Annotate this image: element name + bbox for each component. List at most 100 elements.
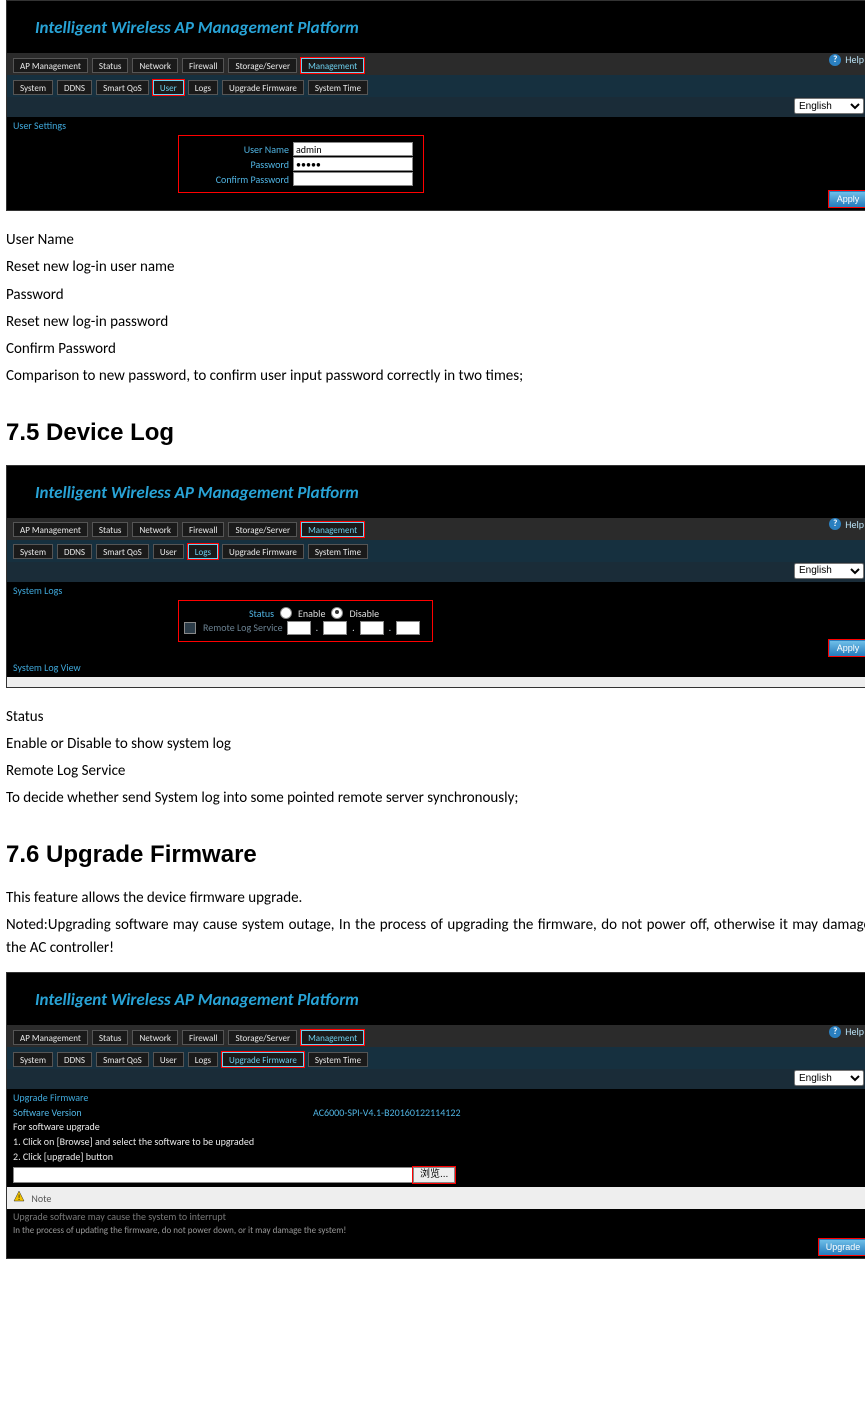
section-upgrade-firmware: Upgrade Firmware [7,1089,865,1104]
subtab-system[interactable]: System [13,1052,53,1067]
nav-secondary: System DDNS Smart QoS User Logs Upgrade … [7,75,865,97]
subtab-logs[interactable]: Logs [188,544,218,559]
subtab-upgrade[interactable]: Upgrade Firmware [222,544,304,559]
label-username: User Name [209,143,289,156]
log-view-area [7,677,865,687]
ip-oct-1[interactable] [287,621,311,635]
subtab-smartqos[interactable]: Smart QoS [96,544,149,559]
browse-button[interactable]: 浏览... [413,1167,455,1183]
tab-firewall[interactable]: Firewall [182,522,224,537]
subtab-upgrade[interactable]: Upgrade Firmware [222,80,304,95]
tab-ap-management[interactable]: AP Management [13,1030,88,1045]
note-warning: Upgrade software may cause the system to… [7,1209,865,1224]
doc-text: Remote Log Service [6,760,865,783]
ip-oct-3[interactable] [360,621,384,635]
nav-secondary: System DDNS Smart QoS User Logs Upgrade … [7,540,865,562]
label-password: Password [209,158,289,171]
heading-7-6: 7.6 Upgrade Firmware [6,841,865,869]
value-software-version: AC6000-SPI-V4.1-B20160122114122 [313,1106,461,1119]
log-form: Status Enable Disable Remote Log Service… [179,601,432,641]
section-log-view: System Log View [7,659,865,677]
user-settings-screenshot: Intelligent Wireless AP Management Platf… [6,0,865,211]
warning-icon: ! [13,1189,25,1207]
firmware-file-input[interactable] [13,1167,413,1183]
language-select[interactable]: English [794,563,864,579]
subtab-user[interactable]: User [153,544,184,559]
ip-oct-2[interactable] [323,621,347,635]
label-remote: Remote Log Service [203,621,283,634]
label-software-version: Software Version [13,1106,313,1119]
username-input[interactable]: admin [293,142,413,156]
tab-ap-management[interactable]: AP Management [13,522,88,537]
doc-text: Status [6,706,865,729]
ip-oct-4[interactable] [396,621,420,635]
note-box: ! Note [7,1187,865,1209]
subtab-ddns[interactable]: DDNS [57,1052,92,1067]
svg-text:!: ! [18,1193,21,1202]
nav-primary: AP Management Status Network Firewall St… [7,53,865,75]
section-system-logs: System Logs [7,582,865,597]
subtab-upgrade[interactable]: Upgrade Firmware [222,1052,304,1067]
checkbox-remote[interactable] [184,622,196,634]
subtab-smartqos[interactable]: Smart QoS [96,80,149,95]
tab-storage[interactable]: Storage/Server [228,58,297,73]
doc-text: Noted:Upgrading software may cause syste… [6,914,865,961]
app-title: Intelligent Wireless AP Management Platf… [7,466,865,518]
nav-secondary: System DDNS Smart QoS User Logs Upgrade … [7,1047,865,1069]
tab-storage[interactable]: Storage/Server [228,1030,297,1045]
language-select[interactable]: English [794,98,864,114]
tab-network[interactable]: Network [132,58,178,73]
subtab-ddns[interactable]: DDNS [57,544,92,559]
tab-status[interactable]: Status [92,58,129,73]
tab-ap-management[interactable]: AP Management [13,58,88,73]
tab-storage[interactable]: Storage/Server [228,522,297,537]
doc-text: Password [6,284,865,307]
tab-management[interactable]: Management [301,1030,364,1045]
apply-button[interactable]: Apply [829,640,865,656]
subtab-user[interactable]: User [153,80,184,95]
radio-enable[interactable] [280,607,292,619]
radio-disable[interactable] [331,607,343,619]
subtab-ddns[interactable]: DDNS [57,80,92,95]
subtab-systime[interactable]: System Time [308,80,368,95]
tab-network[interactable]: Network [132,522,178,537]
tab-firewall[interactable]: Firewall [182,58,224,73]
note-label: Note [31,1192,51,1205]
upgrade-instruction: 2. Click [upgrade] button [7,1149,865,1164]
language-select[interactable]: English [794,1070,864,1086]
subtab-systime[interactable]: System Time [308,1052,368,1067]
password-input[interactable]: ••••• [293,157,413,171]
help-icon[interactable]: ? [829,54,841,66]
help-label[interactable]: Help [845,1025,864,1038]
subtab-logs[interactable]: Logs [188,1052,218,1067]
app-title: Intelligent Wireless AP Management Platf… [7,973,865,1025]
tab-status[interactable]: Status [92,1030,129,1045]
help-icon[interactable]: ? [829,518,841,530]
tab-network[interactable]: Network [132,1030,178,1045]
tab-management[interactable]: Management [301,58,364,73]
doc-text: This feature allows the device firmware … [6,887,865,910]
subtab-smartqos[interactable]: Smart QoS [96,1052,149,1067]
help-icon[interactable]: ? [829,1026,841,1038]
subtab-user[interactable]: User [153,1052,184,1067]
upgrade-instruction: 1. Click on [Browse] and select the soft… [7,1134,865,1149]
subtab-system[interactable]: System [13,80,53,95]
tab-status[interactable]: Status [92,522,129,537]
subtab-system[interactable]: System [13,544,53,559]
subtab-logs[interactable]: Logs [188,80,218,95]
doc-text: Reset new log-in user name [6,256,865,279]
upgrade-firmware-screenshot: Intelligent Wireless AP Management Platf… [6,972,865,1259]
apply-button[interactable]: Apply [829,191,865,207]
tab-management[interactable]: Management [301,522,364,537]
confirm-input[interactable] [293,172,413,186]
help-label[interactable]: Help [845,53,864,66]
user-form: User Name admin Password ••••• Confirm P… [179,136,423,192]
upgrade-button[interactable]: Upgrade [819,1239,865,1255]
help-label[interactable]: Help [845,518,864,531]
note-warning: In the process of updating the firmware,… [7,1224,865,1242]
label-enable: Enable [298,607,325,620]
subtab-systime[interactable]: System Time [308,544,368,559]
label-disable: Disable [349,607,379,620]
doc-text: User Name [6,229,865,252]
tab-firewall[interactable]: Firewall [182,1030,224,1045]
